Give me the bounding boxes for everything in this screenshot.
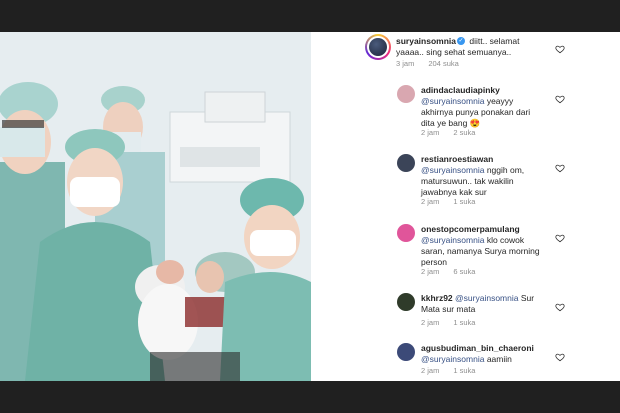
reply-time: 2 jam (421, 267, 440, 276)
reply-text: onestopcomerpamulang @suryainsomnia klo … (421, 224, 543, 268)
heart-outline-icon[interactable] (555, 91, 565, 104)
reply-text: restianroestiawan @suryainsomnia nggih o… (421, 154, 539, 198)
heart-outline-icon[interactable] (555, 160, 565, 173)
reply-mention[interactable]: @suryainsomnia (421, 165, 484, 175)
comment-likes[interactable]: 204 suka (428, 59, 458, 68)
comments-panel: suryainsomnia ✓ diitt.. selamat yaaaa.. s… (311, 32, 620, 381)
post-photo (0, 32, 311, 381)
comment-username[interactable]: suryainsomnia (396, 36, 456, 46)
verified-badge-icon: ✓ (457, 37, 465, 46)
comment-time: 3 jam (396, 59, 415, 68)
reply-time: 2 jam (421, 318, 440, 327)
reply-text: kkhrz92 @suryainsomnia Sur Mata sur mata (421, 293, 536, 315)
reply-meta: 2 jam 1 suka (421, 366, 489, 375)
reply-mention[interactable]: @suryainsomnia (421, 96, 484, 106)
reply-likes[interactable]: 1 suka (453, 318, 475, 327)
screenshot-frame: suryainsomnia ✓ diitt.. selamat yaaaa.. s… (0, 0, 620, 413)
avatar[interactable] (397, 85, 415, 103)
reply-mention[interactable]: @suryainsomnia (455, 293, 518, 303)
avatar[interactable] (397, 154, 415, 172)
reply-likes[interactable]: 1 suka (453, 366, 475, 375)
bottom-letterbox (0, 381, 620, 413)
heart-outline-icon[interactable] (555, 349, 565, 362)
heart-outline-icon[interactable] (555, 230, 565, 243)
reply-body: aamiin (486, 354, 512, 364)
avatar[interactable] (397, 343, 415, 361)
heart-outline-icon[interactable] (555, 41, 565, 54)
reply-time: 2 jam (421, 197, 440, 206)
reply-meta: 2 jam 1 suka (421, 318, 489, 327)
reply-mention[interactable]: @suryainsomnia (421, 235, 484, 245)
reply-username[interactable]: onestopcomerpamulang (421, 224, 520, 234)
reply-username[interactable]: kkhrz92 (421, 293, 453, 303)
comment-main: suryainsomnia ✓ diitt.. selamat yaaaa.. s… (311, 32, 620, 92)
reply-meta: 2 jam 1 suka (421, 197, 489, 206)
reply-meta: 2 jam 6 suka (421, 267, 489, 276)
comment-meta: 3 jam 204 suka (396, 59, 473, 68)
reply-username[interactable]: restianroestiawan (421, 154, 493, 164)
delivery-room-photo (0, 32, 311, 381)
comment-text: suryainsomnia ✓ diitt.. selamat yaaaa.. s… (396, 36, 546, 58)
avatar[interactable] (397, 224, 415, 242)
reply-username[interactable]: agusbudiman_bin_chaeroni (421, 343, 534, 353)
reply-text: agusbudiman_bin_chaeroni @suryainsomnia … (421, 343, 551, 365)
reply-likes[interactable]: 1 suka (453, 197, 475, 206)
reply-emoji: 😍 (469, 118, 481, 128)
avatar[interactable] (397, 293, 415, 311)
reply-time: 2 jam (421, 366, 440, 375)
top-letterbox (0, 0, 620, 32)
reply-mention[interactable]: @suryainsomnia (421, 354, 484, 364)
avatar[interactable] (365, 34, 391, 60)
reply-username[interactable]: adindaclaudiapinky (421, 85, 500, 95)
reply-time: 2 jam (421, 128, 440, 137)
reply-likes[interactable]: 2 suka (453, 128, 475, 137)
reply-meta: 2 jam 2 suka (421, 128, 489, 137)
reply-likes[interactable]: 6 suka (453, 267, 475, 276)
reply-text: adindaclaudiapinky @suryainsomnia yeayyy… (421, 85, 546, 129)
heart-outline-icon[interactable] (555, 299, 565, 312)
